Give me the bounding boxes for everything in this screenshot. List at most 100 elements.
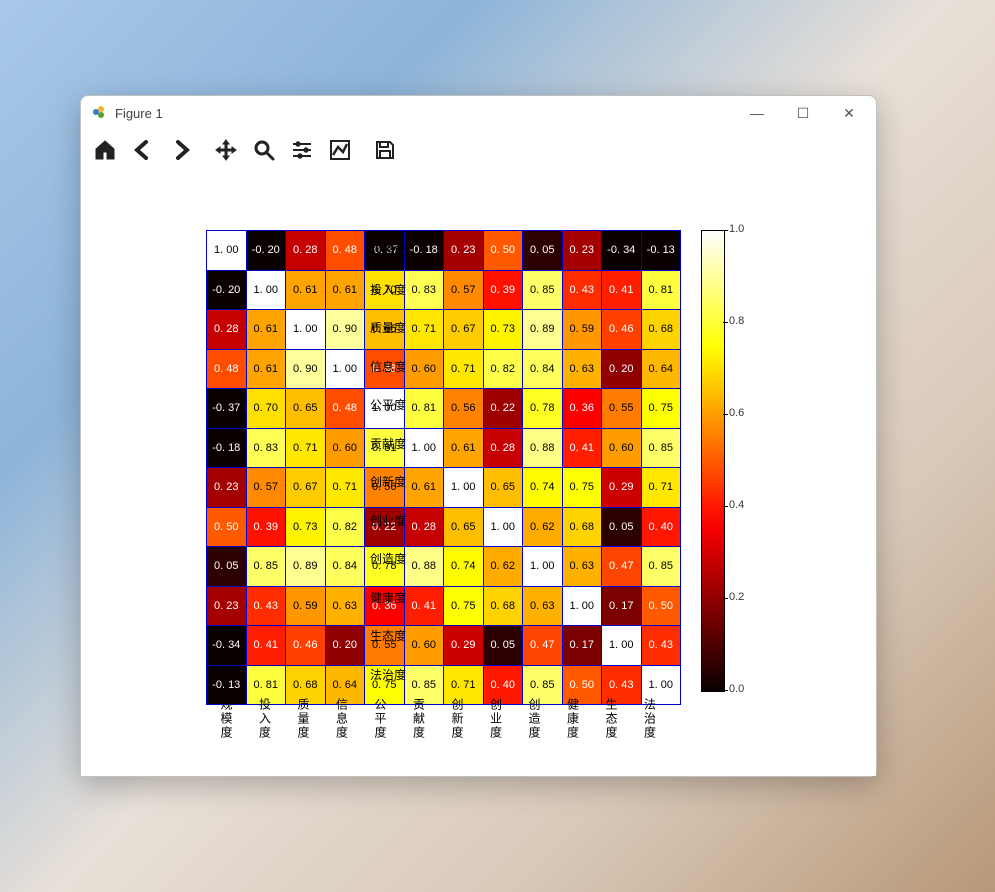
x-axis-label: 创新度 xyxy=(449,698,466,740)
heatmap-cell: 0. 68 xyxy=(483,586,523,626)
heatmap-cell: 0. 74 xyxy=(444,547,484,587)
plot-area[interactable]: 1. 00-0. 200. 280. 48-0. 37-0. 180. 230.… xyxy=(81,170,876,776)
heatmap-cell: 0. 29 xyxy=(444,626,484,666)
x-axis-label: 投入度 xyxy=(257,698,274,740)
heatmap-cell: -0. 18 xyxy=(207,428,247,468)
x-axis-label: 创业度 xyxy=(488,698,505,740)
heatmap-cell: 0. 63 xyxy=(562,547,602,587)
heatmap-cell: 0. 68 xyxy=(641,310,681,350)
heatmap-cell: 0. 17 xyxy=(562,626,602,666)
heatmap-cell: 0. 41 xyxy=(562,428,602,468)
heatmap-cell: 0. 05 xyxy=(602,507,642,547)
y-axis-label: 公平度 xyxy=(326,396,406,413)
heatmap-cell: 0. 23 xyxy=(207,468,247,508)
heatmap-cell: 0. 57 xyxy=(246,468,286,508)
heatmap-cell: 0. 62 xyxy=(523,507,563,547)
save-button[interactable] xyxy=(367,132,403,168)
heatmap-cell: 0. 47 xyxy=(602,547,642,587)
x-axis-label: 创造度 xyxy=(526,698,543,740)
colorbar-tick: 0.6 xyxy=(729,407,744,419)
y-axis-label: 规模度 xyxy=(326,242,406,259)
x-axis-label: 生态度 xyxy=(603,698,620,740)
heatmap-cell: 0. 85 xyxy=(246,547,286,587)
heatmap-cell: 0. 85 xyxy=(523,270,563,310)
colorbar-tick: 0.4 xyxy=(729,499,744,511)
y-axis-label: 信息度 xyxy=(326,358,406,375)
x-axis-label: 信息度 xyxy=(334,698,351,740)
heatmap-cell: 0. 81 xyxy=(404,389,444,429)
heatmap-cell: 0. 40 xyxy=(641,507,681,547)
heatmap-cell: 0. 83 xyxy=(246,428,286,468)
heatmap-cell: 0. 43 xyxy=(562,270,602,310)
heatmap-cell: 0. 65 xyxy=(286,389,326,429)
heatmap-cell: 0. 36 xyxy=(562,389,602,429)
heatmap-cell: 1. 00 xyxy=(562,586,602,626)
heatmap-cell: -0. 20 xyxy=(207,270,247,310)
heatmap-cell: -0. 37 xyxy=(207,389,247,429)
maximize-button[interactable]: ☐ xyxy=(780,98,826,128)
pan-button[interactable] xyxy=(208,132,244,168)
heatmap-cell: 0. 48 xyxy=(207,349,247,389)
x-axis-label: 质量度 xyxy=(295,698,312,740)
heatmap-cell: 0. 60 xyxy=(602,428,642,468)
heatmap-cell: 0. 68 xyxy=(562,507,602,547)
heatmap-cell: 0. 17 xyxy=(602,586,642,626)
axes-button[interactable] xyxy=(322,132,358,168)
heatmap-cell: 0. 39 xyxy=(483,270,523,310)
x-axis-label: 法治度 xyxy=(642,698,659,740)
zoom-button[interactable] xyxy=(246,132,282,168)
heatmap-cell: 0. 84 xyxy=(523,349,563,389)
heatmap-cell: 0. 57 xyxy=(444,270,484,310)
figure-window: Figure 1 — ☐ ✕ xyxy=(80,95,877,777)
titlebar[interactable]: Figure 1 — ☐ ✕ xyxy=(81,96,876,130)
y-axis-label: 创新度 xyxy=(326,473,406,490)
y-axis-label: 投入度 xyxy=(326,281,406,298)
heatmap-cell: 0. 56 xyxy=(444,389,484,429)
minimize-button[interactable]: — xyxy=(734,98,780,128)
heatmap-cell: 0. 28 xyxy=(483,428,523,468)
heatmap-cell: 0. 05 xyxy=(523,231,563,271)
heatmap-cell: 0. 05 xyxy=(483,626,523,666)
heatmap-cell: 0. 50 xyxy=(641,586,681,626)
heatmap-cell: -0. 13 xyxy=(641,231,681,271)
x-axis-label: 健康度 xyxy=(565,698,582,740)
heatmap-cell: 0. 71 xyxy=(444,349,484,389)
heatmap-cell: 0. 63 xyxy=(562,349,602,389)
heatmap-cell: 0. 75 xyxy=(641,389,681,429)
heatmap-cell: 0. 82 xyxy=(483,349,523,389)
x-axis-label: 规模度 xyxy=(218,698,235,740)
heatmap-cell: 0. 23 xyxy=(207,586,247,626)
heatmap-cell: 0. 74 xyxy=(523,468,563,508)
heatmap-cell: -0. 34 xyxy=(602,231,642,271)
subplots-button[interactable] xyxy=(284,132,320,168)
home-button[interactable] xyxy=(87,132,123,168)
heatmap-cell: 0. 85 xyxy=(641,428,681,468)
y-axis-label: 质量度 xyxy=(326,319,406,336)
heatmap-cell: 0. 63 xyxy=(523,586,563,626)
heatmap-cell: 0. 28 xyxy=(286,231,326,271)
close-button[interactable]: ✕ xyxy=(826,98,872,128)
heatmap-cell: 0. 39 xyxy=(246,507,286,547)
heatmap-cell: 0. 65 xyxy=(483,468,523,508)
desktop-background: Figure 1 — ☐ ✕ xyxy=(0,0,995,892)
heatmap: 1. 00-0. 200. 280. 48-0. 37-0. 180. 230.… xyxy=(206,230,681,705)
back-button[interactable] xyxy=(125,132,161,168)
x-axis-label: 贡献度 xyxy=(411,698,428,740)
colorbar-tick: 0.8 xyxy=(729,315,744,327)
heatmap-cell: 0. 61 xyxy=(444,428,484,468)
heatmap-cell: 0. 60 xyxy=(404,349,444,389)
heatmap-cell: 0. 67 xyxy=(444,310,484,350)
heatmap-cell: 0. 78 xyxy=(523,389,563,429)
heatmap-cell: 0. 55 xyxy=(602,389,642,429)
y-axis-label: 创造度 xyxy=(326,550,406,567)
forward-button[interactable] xyxy=(163,132,199,168)
heatmap-cell: 0. 43 xyxy=(641,626,681,666)
heatmap-cell: 0. 43 xyxy=(246,586,286,626)
heatmap-cell: 0. 28 xyxy=(404,507,444,547)
heatmap-cell: 0. 88 xyxy=(404,547,444,587)
heatmap-cell: 1. 00 xyxy=(523,547,563,587)
heatmap-cell: 1. 00 xyxy=(246,270,286,310)
heatmap-cell: 0. 61 xyxy=(404,468,444,508)
heatmap-cell: 0. 47 xyxy=(523,626,563,666)
heatmap-cell: 0. 73 xyxy=(286,507,326,547)
